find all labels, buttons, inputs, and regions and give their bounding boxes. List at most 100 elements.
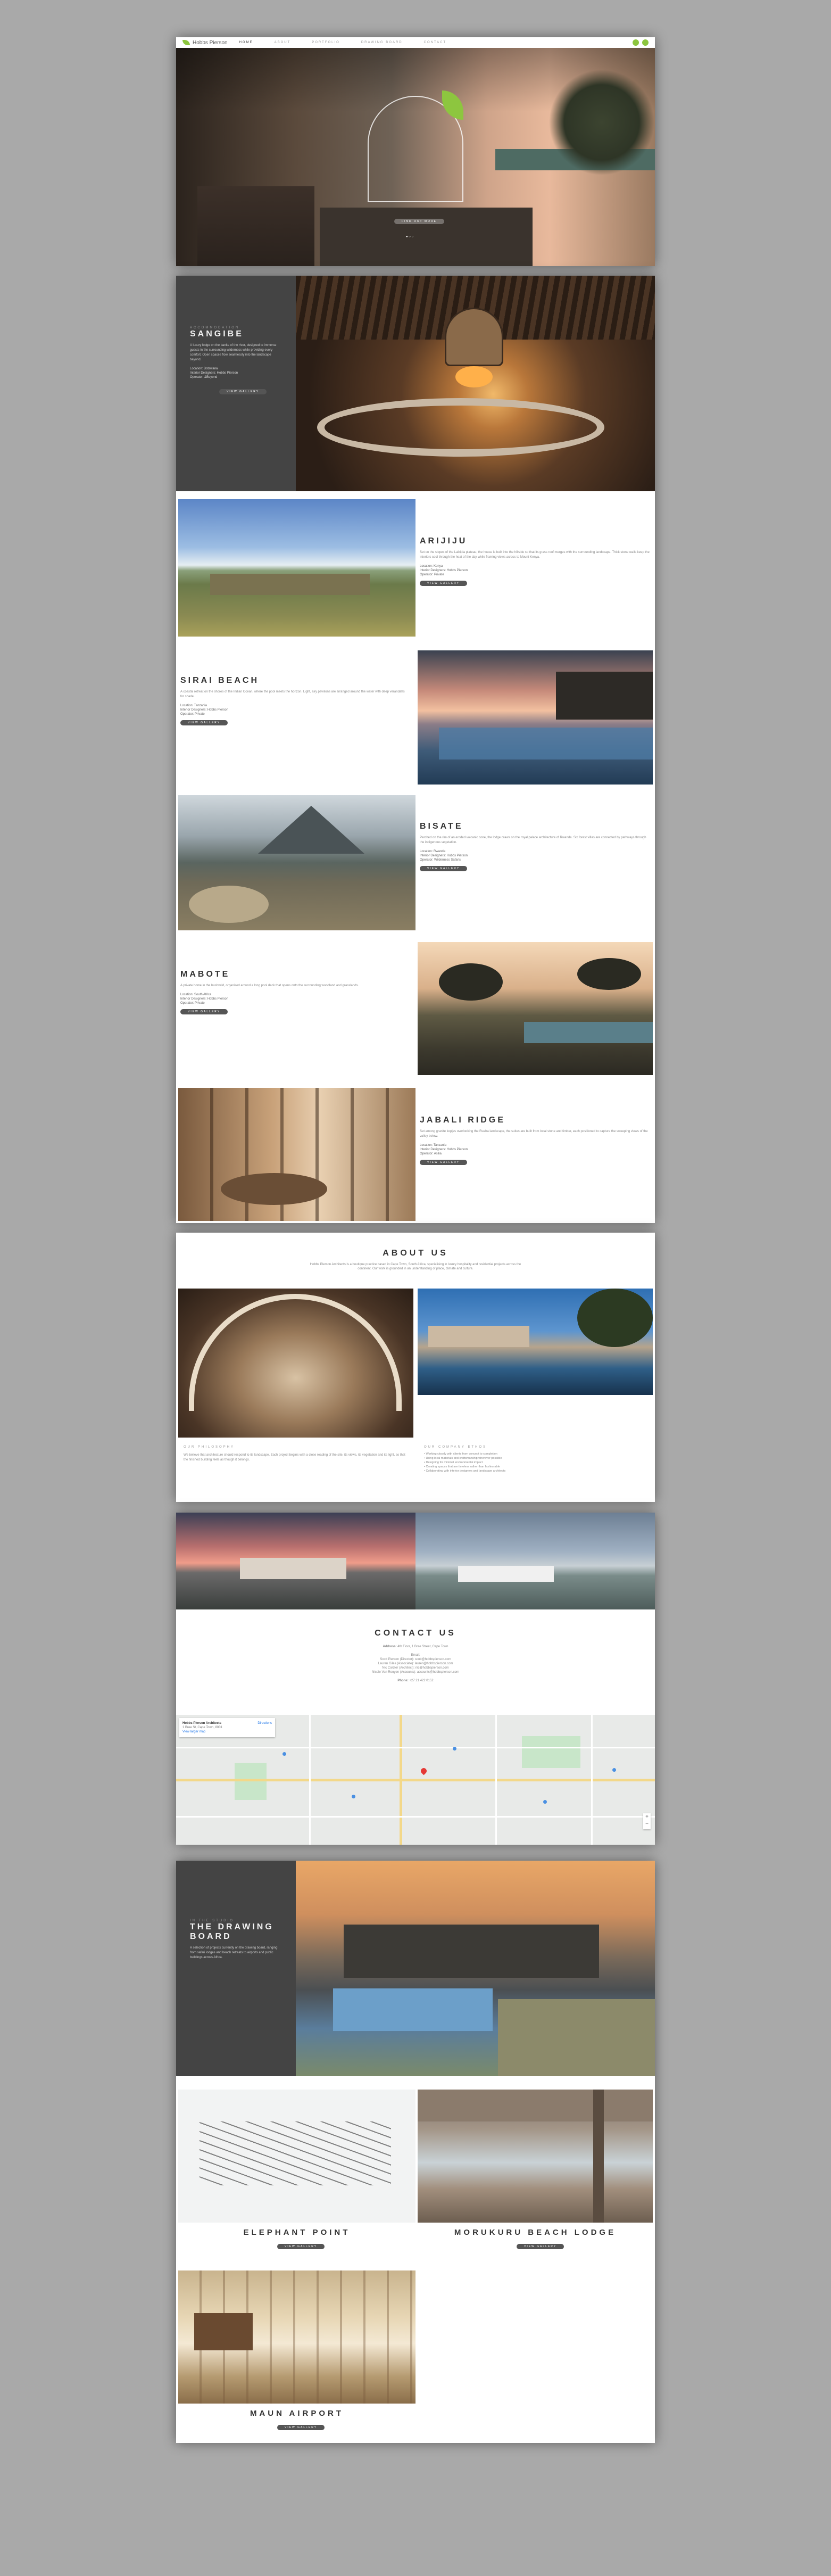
contact-title: CONTACT US — [375, 1629, 456, 1638]
jabali-location: Location: Tanzania — [420, 1144, 446, 1147]
email-accounts[interactable]: Nicole Van Rooyen (Accounts): accounts@h… — [336, 1670, 495, 1674]
mabote-gallery-button[interactable]: VIEW GALLERY — [180, 1009, 228, 1014]
map-directions-link[interactable]: Directions — [257, 1721, 272, 1725]
phone-row: Phone: +27 21 422 0152 — [336, 1679, 495, 1683]
nav-contact[interactable]: CONTACT — [424, 41, 447, 44]
nav-drawing-board[interactable]: DRAWING BOARD — [361, 41, 403, 44]
email-architect[interactable]: Nic Cordier (Architect): nic@hobbspierso… — [336, 1666, 495, 1670]
map-location-pin-icon[interactable] — [419, 1766, 428, 1776]
arijiju-location: Location: Kenya — [420, 565, 443, 568]
phone-value[interactable]: +27 21 422 0152 — [409, 1679, 433, 1682]
sangibe-operator: Operator: &Beyond — [190, 376, 218, 379]
ethos-item: Collaborating with interior designers an… — [424, 1469, 647, 1473]
drawing-board-body: A selection of projects currently on the… — [190, 1946, 278, 1959]
site-logo[interactable]: Hobbs Pierson — [182, 40, 228, 46]
mabote-image — [418, 942, 653, 1075]
contact-image-left — [176, 1513, 416, 1609]
zoom-out-icon[interactable]: − — [643, 1821, 651, 1828]
about-panel: ABOUT US Hobbs Pierson Architects is a b… — [176, 1233, 655, 1502]
jabali-gallery-button[interactable]: VIEW GALLERY — [420, 1160, 468, 1165]
jabali-image — [178, 1088, 416, 1221]
sirai-operator: Operator: Private — [180, 713, 205, 716]
sangibe-location: Location: Botswana — [190, 367, 218, 370]
facebook-icon[interactable] — [633, 39, 639, 46]
philosophy-title: OUR PHILOSOPHY — [184, 1446, 235, 1449]
elephant-point-image — [178, 2090, 416, 2223]
mabote-body: A private home in the bushveld, organise… — [180, 984, 359, 987]
hero-image: FIND OUT MORE ● ○ ○ — [176, 48, 655, 266]
mabote-meta: Location: South Africa Interior Designer… — [180, 993, 409, 1005]
maun-airport-image — [178, 2270, 416, 2404]
zoom-in-icon[interactable]: + — [643, 1813, 651, 1821]
sangibe-image — [296, 276, 655, 491]
philosophy-body: We believe that architecture should resp… — [184, 1454, 405, 1462]
mabote-info: MABOTE A private home in the bushveld, o… — [180, 970, 409, 1015]
google-map[interactable]: Hobbs Pierson Architects 1 Bree St, Cape… — [176, 1715, 655, 1845]
hero-slider-dots[interactable]: ● ○ ○ — [406, 235, 413, 238]
bisate-meta: Location: Rwanda Interior Designers: Hob… — [420, 849, 650, 862]
sangibe-body: A luxury lodge on the banks of the river… — [190, 344, 277, 361]
map-larger-link[interactable]: View larger map — [182, 1730, 272, 1734]
leaf-logo-icon — [182, 40, 190, 45]
jabali-body: Set among granite kopjes overlooking the… — [420, 1130, 648, 1138]
jabali-title: JABALI RIDGE — [420, 1116, 505, 1125]
drawing-board-panel: IN THE STUDIO THE DRAWING BOARD A select… — [176, 1861, 655, 2443]
address-row: Address: 4th Floor, 1 Bree Street, Cape … — [336, 1645, 495, 1649]
sangibe-gallery-button[interactable]: VIEW GALLERY — [219, 389, 267, 394]
morukuru-image — [418, 2090, 653, 2223]
map-card-address: 1 Bree St, Cape Town, 8001 — [182, 1726, 222, 1729]
nav-about[interactable]: ABOUT — [275, 41, 291, 44]
map-zoom-controls[interactable]: + − — [643, 1813, 651, 1829]
elephant-point-gallery-button[interactable]: VIEW GALLERY — [277, 2244, 325, 2249]
logo-text: Hobbs Pierson — [193, 39, 228, 46]
drawing-board-image — [296, 1861, 655, 2076]
maun-airport-gallery-button[interactable]: VIEW GALLERY — [277, 2425, 325, 2430]
arijiju-image — [178, 499, 416, 637]
sirai-meta: Location: Tanzania Interior Designers: H… — [180, 704, 409, 716]
jabali-interior: Interior Designers: Hobbs Pierson — [420, 1148, 468, 1151]
ethos-item: Using local materials and craftsmanship … — [424, 1456, 647, 1460]
sirai-gallery-button[interactable]: VIEW GALLERY — [180, 720, 228, 725]
bisate-operator: Operator: Wilderness Safaris — [420, 858, 461, 862]
about-philosophy: OUR PHILOSOPHY We believe that architect… — [184, 1446, 407, 1463]
ethos-title: OUR COMPANY ETHOS — [424, 1446, 487, 1449]
contact-details: Address: 4th Floor, 1 Bree Street, Cape … — [336, 1645, 495, 1683]
nav-portfolio[interactable]: PORTFOLIO — [312, 41, 340, 44]
instagram-icon[interactable] — [642, 39, 649, 46]
arijiju-gallery-button[interactable]: VIEW GALLERY — [420, 581, 468, 586]
bisate-gallery-button[interactable]: VIEW GALLERY — [420, 866, 468, 871]
mabote-operator: Operator: Private — [180, 1002, 205, 1005]
bisate-body: Perched on the rim of an eroded volcanic… — [420, 836, 646, 844]
about-image-right — [418, 1289, 653, 1395]
email-associate[interactable]: Lauren Giles (Associate): lauren@hobbspi… — [336, 1662, 495, 1666]
about-title: ABOUT US — [383, 1249, 448, 1258]
drawing-board-info: IN THE STUDIO THE DRAWING BOARD A select… — [176, 1861, 296, 2076]
about-image-left — [178, 1289, 413, 1438]
bisate-location: Location: Rwanda — [420, 850, 446, 853]
sirai-body: A coastal retreat on the shores of the I… — [180, 690, 405, 698]
hero-find-out-more-button[interactable]: FIND OUT MORE — [394, 219, 444, 224]
phone-label: Phone: — [397, 1679, 409, 1682]
map-info-card: Hobbs Pierson Architects 1 Bree St, Cape… — [179, 1718, 275, 1737]
email-director[interactable]: Scott Pierson (Director): scott@hobbspie… — [336, 1657, 495, 1662]
about-intro: Hobbs Pierson Architects is a boutique p… — [310, 1263, 521, 1270]
morukuru-gallery-button[interactable]: VIEW GALLERY — [517, 2244, 564, 2249]
ethos-item: Working closely with clients from concep… — [424, 1452, 647, 1456]
ethos-item: Designing for minimal environmental impa… — [424, 1460, 647, 1465]
bisate-image — [178, 795, 416, 930]
arijiju-body: Set on the slopes of the Laikipia platea… — [420, 551, 650, 559]
ethos-list: Working closely with clients from concep… — [424, 1452, 647, 1473]
email-label: Email: — [411, 1654, 420, 1657]
nav-home[interactable]: HOME — [239, 41, 253, 44]
mabote-title: MABOTE — [180, 970, 230, 979]
ethos-item: Creating spaces that are timeless rather… — [424, 1465, 647, 1469]
sirai-interior: Interior Designers: Hobbs Pierson — [180, 708, 229, 712]
mabote-location: Location: South Africa — [180, 993, 212, 996]
elephant-point-title: ELEPHANT POINT — [243, 2228, 351, 2237]
social-links — [629, 39, 649, 46]
sangibe-title: SANGIBE — [190, 329, 244, 338]
sangibe-interior: Interior Designers: Hobbs Pierson — [190, 371, 238, 375]
contact-panel: CONTACT US Address: 4th Floor, 1 Bree St… — [176, 1513, 655, 1845]
address-value: 4th Floor, 1 Bree Street, Cape Town — [397, 1645, 448, 1648]
sirai-title: SIRAI BEACH — [180, 676, 260, 685]
